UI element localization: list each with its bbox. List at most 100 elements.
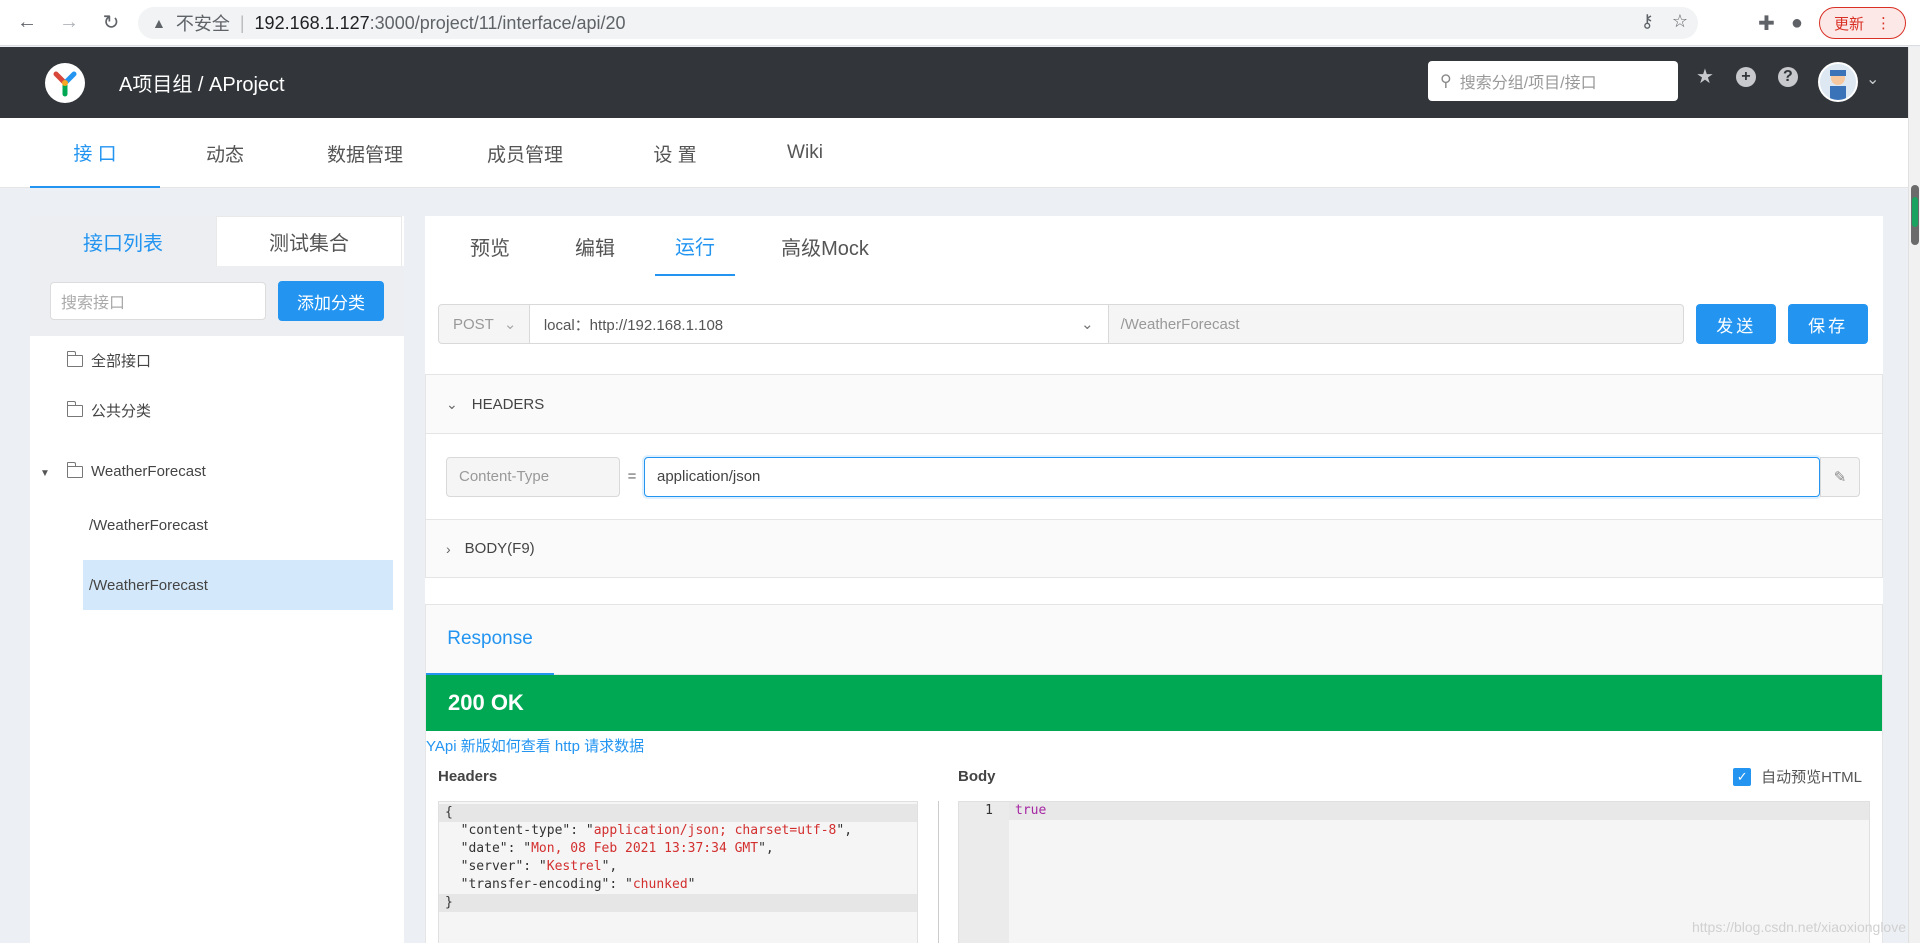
headers-title: HEADERS: [471, 395, 545, 413]
star-icon[interactable]: ★: [1696, 67, 1714, 87]
avatar[interactable]: [1818, 62, 1858, 102]
interface-sidebar: 接口列表 测试集合 搜索接口 添加分类 全部接口 公共分类 ▼ WeatherF…: [30, 216, 404, 943]
interface-item-label: /WeatherForecast: [89, 516, 208, 534]
key-icon[interactable]: ⚷: [1641, 11, 1654, 32]
tab-edit[interactable]: 编辑: [535, 216, 655, 276]
project-subnav: 接 口 动态 数据管理 成员管理 设 置 Wiki: [0, 118, 1908, 188]
edit-header-button[interactable]: ✎: [1820, 456, 1860, 497]
header-value-text: application/json: [657, 468, 761, 485]
sidebar-item-label: WeatherForecast: [91, 463, 206, 480]
json-key: transfer-encoding: [468, 877, 602, 892]
tab-settings[interactable]: 设 置: [610, 118, 740, 188]
page-scrollbar[interactable]: [1908, 47, 1920, 943]
json-value: Kestrel: [546, 859, 602, 874]
tab-activity[interactable]: 动态: [160, 118, 290, 188]
folder-icon: [66, 400, 83, 417]
help-icon[interactable]: ?: [1777, 67, 1798, 87]
response-panel: Response 200 OK YApi 新版如何查看 http 请求数据 He…: [425, 604, 1883, 943]
json-value: Mon, 08 Feb 2021 13:37:34 GMT: [531, 841, 759, 856]
code-line: }: [439, 894, 917, 912]
profile-icon[interactable]: ●: [1791, 12, 1803, 35]
breadcrumb[interactable]: A项目组 / AProject: [119, 68, 285, 97]
app-header: A项目组 / AProject ⚲ 搜索分组/项目/接口 ★ + ? ⌄: [0, 47, 1908, 118]
method-select[interactable]: POST ⌄: [438, 304, 530, 344]
tab-test-collection[interactable]: 测试集合: [216, 216, 402, 266]
tab-interface-list[interactable]: 接口列表: [30, 216, 216, 266]
back-icon[interactable]: ←: [12, 8, 42, 38]
path-value: /WeatherForecast: [1120, 315, 1240, 333]
body-label: Body: [958, 768, 996, 785]
interface-item-selected[interactable]: /WeatherForecast: [83, 560, 393, 610]
environment-value: local：http://192.168.1.108: [543, 316, 724, 334]
pencil-icon: ✎: [1833, 468, 1847, 486]
json-value: application/json; charset=utf-8: [593, 823, 837, 838]
checkbox-checked-icon: ✓: [1733, 767, 1752, 786]
headers-panel-header[interactable]: ⌄ HEADERS: [426, 375, 1882, 433]
chevron-down-icon: ⌄: [1081, 316, 1094, 333]
header-value-input[interactable]: application/json: [644, 456, 1820, 497]
json-comma: ,: [609, 859, 618, 874]
forward-icon[interactable]: →: [54, 8, 84, 38]
json-value: chunked: [632, 877, 688, 892]
more-vert-icon: ⋮: [1876, 15, 1891, 32]
response-headers-code[interactable]: { "content-type": "application/json; cha…: [438, 801, 918, 943]
avatar-dropdown-icon[interactable]: ⌄: [1866, 69, 1879, 89]
send-button[interactable]: 发送: [1696, 304, 1777, 344]
path-input[interactable]: /WeatherForecast: [1108, 304, 1685, 344]
tab-run[interactable]: 运行: [655, 216, 735, 276]
interface-item-label: /WeatherForecast: [89, 576, 208, 594]
sidebar-search-row: 搜索接口 添加分类: [30, 266, 404, 336]
body-panel-header[interactable]: › BODY(F9): [426, 519, 1882, 577]
add-category-button[interactable]: 添加分类: [278, 281, 384, 321]
sidebar-item-weatherforecast[interactable]: WeatherForecast: [66, 461, 206, 480]
interface-detail: 预览 编辑 运行 高级Mock POST ⌄ local：http://192.…: [425, 216, 1883, 943]
tab-preview[interactable]: 预览: [445, 216, 535, 276]
global-search-input[interactable]: ⚲ 搜索分组/项目/接口: [1428, 61, 1678, 101]
avatar-image: [1820, 64, 1856, 100]
interface-search-input[interactable]: 搜索接口: [50, 282, 266, 320]
bookmark-star-icon[interactable]: ☆: [1672, 11, 1688, 32]
tab-member-management[interactable]: 成员管理: [440, 118, 610, 188]
insecure-label: 不安全: [175, 14, 230, 34]
help-link[interactable]: YApi 新版如何查看 http 请求数据: [426, 735, 1882, 756]
interface-item[interactable]: /WeatherForecast: [83, 500, 393, 550]
save-button[interactable]: 保存: [1788, 304, 1869, 344]
tab-interface[interactable]: 接 口: [30, 118, 160, 188]
column-divider: [938, 801, 939, 943]
tab-advanced-mock[interactable]: 高级Mock: [735, 216, 915, 276]
line-number: 1: [985, 803, 993, 818]
global-search-placeholder: 搜索分组/项目/接口: [1459, 75, 1597, 92]
header-key-input[interactable]: Content-Type: [446, 456, 620, 497]
tab-wiki[interactable]: Wiki: [740, 118, 870, 188]
chevron-right-icon: ›: [446, 540, 451, 557]
sidebar-item-label: 公共分类: [91, 403, 152, 420]
address-bar[interactable]: ▲ 不安全 | 192.168.1.127:3000/project/11/in…: [138, 7, 1698, 39]
url-host: 192.168.1.127: [254, 12, 370, 33]
active-line-highlight: [1009, 802, 1869, 820]
sidebar-item-public-category[interactable]: 公共分类: [66, 400, 152, 421]
auto-preview-toggle[interactable]: ✓ 自动预览HTML: [1733, 766, 1862, 787]
tab-data-management[interactable]: 数据管理: [290, 118, 440, 188]
json-comma: ,: [765, 841, 774, 856]
tab-response[interactable]: Response: [426, 605, 554, 675]
code-line: "transfer-encoding": "chunked": [445, 877, 696, 892]
sidebar-tabs: 接口列表 测试集合: [30, 216, 404, 266]
environment-select[interactable]: local：http://192.168.1.108 ⌄: [529, 304, 1109, 344]
address-icons: ⚷ ☆: [1641, 11, 1688, 32]
search-icon: ⚲: [1440, 73, 1452, 90]
update-label: 更新: [1833, 15, 1864, 33]
yapi-logo[interactable]: [45, 62, 85, 103]
expand-caret-icon[interactable]: ▼: [40, 468, 50, 479]
scrollbar-indicator: [1912, 197, 1918, 227]
extensions-icon[interactable]: ✚: [1758, 11, 1775, 36]
add-project-icon[interactable]: +: [1735, 67, 1756, 87]
folder-icon: [66, 461, 83, 478]
watermark: https://blog.csdn.net/xiaoxionglove: [1691, 919, 1906, 935]
reload-icon[interactable]: ↻: [96, 8, 126, 38]
json-comma: ,: [844, 823, 853, 838]
update-button[interactable]: 更新 ⋮: [1818, 7, 1906, 39]
method-value: POST: [453, 315, 494, 333]
warning-icon: ▲: [152, 15, 166, 31]
interface-search-placeholder: 搜索接口: [61, 295, 126, 312]
sidebar-item-all-interfaces[interactable]: 全部接口: [66, 350, 151, 371]
